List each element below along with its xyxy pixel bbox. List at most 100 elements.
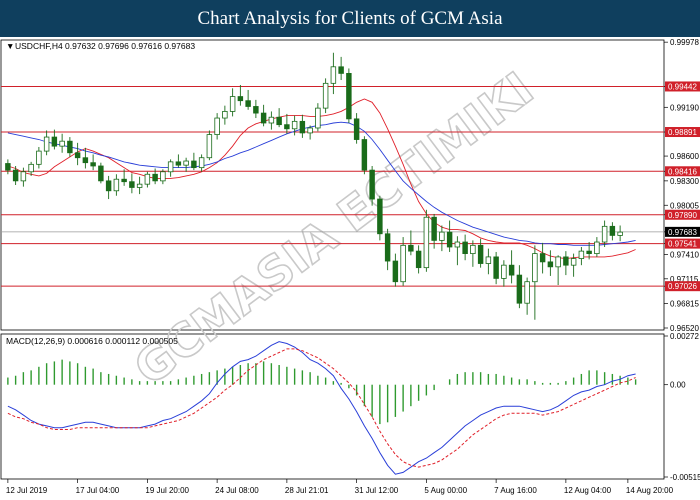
time-tick-label: 24 Jul 08:00	[215, 486, 259, 495]
candle-body	[384, 233, 391, 262]
candle-body	[98, 165, 104, 182]
candle-body	[82, 157, 89, 164]
candle-body	[214, 117, 220, 135]
price-axis: 0.99978 0.99442 0.99190 0.98891 0.98600 0.984…	[664, 38, 700, 333]
level-label: 0.98416	[668, 167, 697, 176]
candle-body	[601, 225, 608, 243]
price-tick-label: 0.99190	[670, 103, 699, 112]
candle-body	[59, 140, 65, 147]
candle-body	[578, 250, 585, 259]
candle-body	[338, 66, 344, 74]
level-label: 0.97026	[668, 282, 697, 291]
candle-body	[563, 256, 569, 266]
candle-body	[462, 241, 468, 255]
candle-body	[67, 140, 73, 154]
candle-body	[485, 256, 492, 264]
candle-body	[183, 160, 189, 166]
candle-body	[299, 120, 306, 134]
candle-body	[392, 260, 399, 283]
candle-body	[121, 178, 127, 183]
candle-body	[369, 169, 375, 200]
candle-body	[20, 171, 27, 182]
time-tick-label: 19 Jul 20:00	[145, 486, 189, 495]
candle-body	[524, 281, 530, 304]
candle-body	[315, 107, 321, 129]
candle-body	[229, 96, 236, 112]
candle-body	[470, 244, 476, 255]
level-label: 0.97541	[668, 240, 697, 249]
candle-body	[43, 136, 50, 152]
candle	[98, 162, 104, 184]
candle-body	[346, 73, 352, 120]
candle-body	[423, 216, 430, 269]
price-tick-label: 0.99978	[670, 38, 699, 47]
candle	[346, 68, 352, 124]
time-tick-label: 12 Jul 2019	[6, 486, 48, 495]
price-tick-label: 0.97410	[670, 250, 699, 259]
candle-body	[74, 152, 81, 159]
candle-body	[408, 244, 414, 252]
candle-body	[555, 256, 561, 268]
candle	[206, 130, 213, 161]
candle-body	[400, 244, 406, 283]
candle-body	[191, 160, 197, 169]
candle-body	[586, 250, 592, 255]
candle-body	[28, 163, 34, 173]
chart-banner: Chart Analysis for Clients of GCM Asia	[0, 0, 700, 37]
candle-body	[516, 274, 523, 304]
candle-body	[617, 231, 623, 236]
candle-body	[160, 171, 166, 182]
candle-body	[129, 181, 135, 188]
candle-body	[454, 241, 461, 248]
time-tick-label: 14 Aug 20:00	[626, 486, 674, 495]
candle-body	[51, 136, 58, 147]
candle-body	[609, 225, 616, 236]
chart-area: GCMASIA ECTIMIKI 0.999780.994420.991900.…	[0, 37, 700, 500]
candle-body	[307, 127, 313, 134]
candle-body	[377, 198, 383, 235]
banner-title: Chart Analysis for Clients of GCM Asia	[197, 7, 503, 29]
candle-body	[12, 169, 19, 182]
symbol-arrow-icon: ▼	[6, 41, 14, 51]
time-tick-label: 12 Aug 04:00	[564, 486, 612, 495]
price-tick-label: 0.98005	[670, 201, 699, 210]
candle-body	[268, 116, 275, 124]
candle-body	[431, 216, 437, 241]
candle-body	[508, 264, 515, 276]
candle	[377, 195, 383, 241]
symbol-header: USDCHF,H4 0.97632 0.97696 0.97616 0.9768…	[15, 41, 195, 51]
level-label: 0.99442	[668, 82, 697, 91]
candle-body	[144, 173, 151, 185]
candle-body	[594, 241, 600, 255]
candle-body	[152, 173, 158, 182]
candle-body	[539, 253, 546, 263]
candle-body	[276, 116, 282, 126]
candle-body	[253, 106, 259, 114]
candle-body	[175, 161, 182, 166]
candle-body	[206, 134, 213, 159]
candle-body	[237, 96, 244, 102]
candle-body	[547, 261, 554, 268]
candle-body	[5, 163, 11, 171]
candle-body	[353, 118, 360, 140]
candle-body	[493, 256, 499, 279]
time-tick-label: 17 Jul 04:00	[76, 486, 120, 495]
candle-body	[245, 100, 251, 107]
candle-body	[90, 162, 96, 167]
candle	[423, 209, 430, 272]
candle-body	[291, 120, 298, 130]
candle-body	[260, 112, 267, 124]
candle-body	[136, 183, 143, 188]
price-tick-label: 0.96815	[670, 300, 699, 309]
macd-tick-label: -0.005155	[670, 473, 700, 482]
candle	[322, 78, 329, 114]
candle-body	[198, 157, 205, 169]
candle-body	[322, 82, 329, 109]
candle-body	[361, 139, 368, 171]
time-tick-label: 7 Aug 16:00	[494, 486, 537, 495]
candle-body	[330, 66, 337, 84]
time-tick-label: 5 Aug 00:00	[424, 486, 467, 495]
candle-body	[532, 253, 538, 283]
candle-body	[36, 150, 42, 165]
candle-body	[446, 231, 453, 248]
